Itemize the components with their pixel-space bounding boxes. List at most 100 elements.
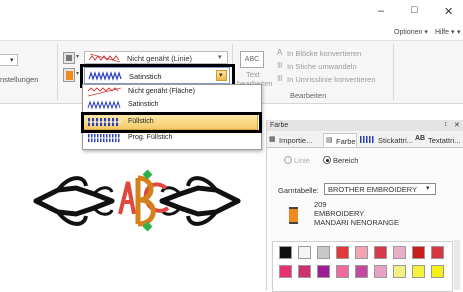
line-color-swatch bbox=[66, 55, 72, 61]
thread-brand: EMBROIDERY bbox=[314, 209, 365, 218]
line-stitch-dropdown[interactable]: Nicht genäht (Linie) ▾ bbox=[84, 51, 228, 64]
color-tab-icon: ▤ bbox=[326, 137, 333, 144]
chevron-down-icon: ▾ bbox=[219, 72, 223, 79]
settings-label: nstellungen bbox=[0, 75, 39, 84]
help-menu-label: Hilfe bbox=[435, 29, 450, 36]
scrollbar[interactable] bbox=[454, 240, 460, 290]
chevron-down-icon: ▾ bbox=[76, 54, 80, 60]
thread-table-value: BROTHER EMBROIDERY bbox=[328, 185, 418, 194]
maximize-button[interactable]: □ bbox=[411, 4, 418, 16]
close-button[interactable]: ✕ bbox=[444, 5, 453, 18]
radio-area-label: Bereich bbox=[333, 156, 359, 165]
prog-fill-stitch-icon bbox=[87, 134, 121, 142]
color-swatch[interactable] bbox=[374, 265, 387, 278]
color-swatch[interactable] bbox=[355, 246, 368, 259]
pin-icon[interactable]: ↕ bbox=[444, 121, 448, 128]
line-color-button[interactable] bbox=[63, 52, 75, 64]
convert-to-blocks-label: In Blöcke konvertieren bbox=[287, 49, 362, 58]
chevron-down-icon: ▾ bbox=[218, 54, 222, 61]
color-swatch[interactable] bbox=[355, 265, 368, 278]
color-swatch[interactable] bbox=[298, 246, 311, 259]
list-item[interactable]: Nicht genäht (Fläche) bbox=[83, 86, 259, 98]
list-item[interactable]: Satinstich bbox=[83, 99, 259, 111]
color-swatch[interactable] bbox=[412, 265, 425, 278]
thread-table-select[interactable]: BROTHER EMBROIDERY ▾ bbox=[324, 183, 436, 195]
options-menu[interactable]: Optionen ▾ bbox=[394, 28, 428, 36]
panel-title: Farbe bbox=[270, 122, 289, 129]
panel-titlebar: Farbe ↕ ✕ bbox=[267, 120, 463, 131]
color-panel: Farbe ↕ ✕ ▦ Importie... ▤ Farbe Stickatt… bbox=[266, 120, 463, 292]
import-icon: ▦ bbox=[269, 136, 276, 143]
tab-import-label: Importie... bbox=[279, 136, 313, 145]
options-menu-label: Optionen bbox=[394, 29, 423, 36]
minimize-button[interactable]: – bbox=[378, 5, 384, 17]
chevron-down-icon: ▾ bbox=[426, 185, 430, 192]
current-thread-icon bbox=[289, 207, 298, 224]
fill-stitch-item-frame bbox=[81, 112, 262, 133]
satin-stitch-icon bbox=[87, 100, 121, 110]
tab-text-label: Textattri... bbox=[428, 136, 461, 145]
color-swatch[interactable] bbox=[336, 265, 349, 278]
color-swatch[interactable] bbox=[393, 265, 406, 278]
color-swatch[interactable] bbox=[298, 265, 311, 278]
line-stitch-icon bbox=[88, 53, 121, 63]
color-swatch[interactable] bbox=[336, 246, 349, 259]
color-swatch[interactable] bbox=[393, 246, 406, 259]
dropdown-arrow-button[interactable]: ▾ bbox=[216, 70, 227, 81]
swatch-grid bbox=[272, 241, 453, 292]
embroidery-design bbox=[33, 169, 241, 232]
convert-to-blocks-button[interactable]: A In Blöcke konvertieren bbox=[277, 48, 387, 59]
help-menu[interactable]: Hilfe ▾ bbox=[435, 28, 454, 36]
chevron-down-icon: ▾ bbox=[10, 57, 14, 64]
radio-off-icon bbox=[284, 156, 292, 164]
fill-color-button[interactable] bbox=[63, 68, 75, 82]
color-swatch[interactable] bbox=[431, 265, 444, 278]
tab-text-attributes[interactable]: AB Textattri... bbox=[415, 135, 463, 146]
outline-icon: Ⅲ bbox=[277, 74, 283, 83]
panel-tabs: ▦ Importie... ▤ Farbe Stickattri... AB T… bbox=[267, 133, 463, 148]
list-item-label: Prog. Füllstich bbox=[128, 134, 173, 141]
color-swatch[interactable] bbox=[317, 265, 330, 278]
list-item[interactable]: Prog. Füllstich bbox=[83, 132, 259, 144]
radio-on-icon bbox=[323, 156, 331, 164]
ribbon-separator bbox=[57, 44, 58, 100]
top-menu: Optionen ▾ Hilfe ▾ ▾ bbox=[373, 26, 463, 40]
color-swatch[interactable] bbox=[374, 246, 387, 259]
chevron-down-icon: ▾ bbox=[76, 71, 80, 77]
edit-text-label-1: Text bbox=[246, 70, 260, 79]
color-swatch[interactable] bbox=[412, 246, 425, 259]
convert-to-outline-button[interactable]: Ⅲ In Umrisslinie konvertieren bbox=[277, 74, 387, 85]
help-expand-icon[interactable]: ▾ bbox=[457, 28, 461, 36]
convert-to-stitches-label: In Stiche umwandeln bbox=[287, 62, 357, 71]
thread-table-label: Garntabelle: bbox=[278, 186, 319, 195]
radio-line-label: Linie bbox=[294, 156, 310, 165]
tab-color[interactable]: ▤ Farbe bbox=[323, 133, 357, 147]
fill-color-swatch bbox=[66, 71, 73, 80]
edit-group-label: Bearbeiten bbox=[290, 91, 327, 100]
color-swatch[interactable] bbox=[431, 246, 444, 259]
no-fill-icon bbox=[87, 87, 122, 97]
satin-stitch-icon bbox=[88, 71, 122, 81]
list-item-label: Nicht genäht (Fläche) bbox=[128, 88, 195, 95]
edit-text-button[interactable]: ABC Text bearbeiten bbox=[236, 49, 272, 89]
tab-color-label: Farbe bbox=[336, 137, 356, 146]
left-dropdown-stub[interactable]: ▾ bbox=[0, 54, 18, 66]
tab-import[interactable]: ▦ Importie... bbox=[269, 135, 323, 146]
text-icon: ABC bbox=[240, 51, 264, 68]
color-swatch[interactable] bbox=[279, 265, 292, 278]
chevron-down-icon: ▾ bbox=[424, 29, 428, 36]
thread-name: MANDARI NENORANGE bbox=[314, 218, 400, 227]
color-swatch[interactable] bbox=[279, 246, 292, 259]
chevron-down-icon: ▾ bbox=[450, 29, 455, 36]
line-stitch-value: Nicht genäht (Linie) bbox=[127, 54, 193, 63]
color-swatch[interactable] bbox=[317, 246, 330, 259]
close-icon[interactable]: ✕ bbox=[454, 121, 460, 129]
convert-to-outline-label: In Umrisslinie konvertieren bbox=[287, 75, 376, 84]
embroidery-attr-icon bbox=[360, 136, 374, 143]
window-controls: – □ ✕ bbox=[370, 0, 463, 24]
convert-to-stitches-button[interactable]: Ⅲ In Stiche umwandeln bbox=[277, 61, 387, 72]
fill-stitch-dropdown[interactable]: Satinstich ▾ bbox=[84, 67, 230, 84]
thread-code: 209 bbox=[314, 200, 327, 209]
tab-embroidery-attributes[interactable]: Stickattri... bbox=[360, 135, 416, 146]
panel-content: Linie Bereich Garntabelle: BROTHER EMBRO… bbox=[267, 148, 463, 292]
